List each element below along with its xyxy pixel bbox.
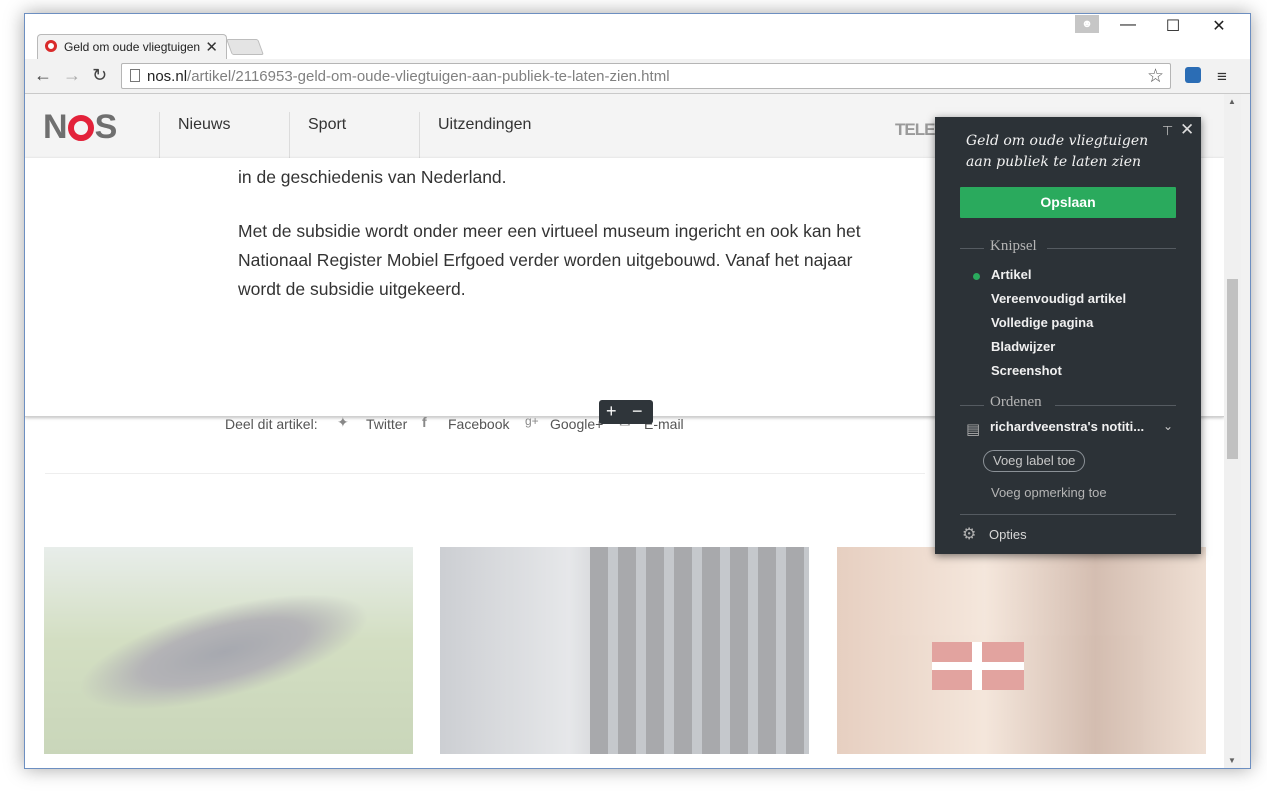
- back-button[interactable]: ←: [34, 65, 52, 86]
- tab-title: Geld om oude vliegtuigen: [64, 40, 201, 54]
- evernote-extension-icon[interactable]: [1185, 67, 1201, 83]
- profile-icon[interactable]: ☻: [1075, 15, 1099, 33]
- content-divider: [45, 473, 925, 474]
- tab-strip: Geld om oude vliegtuigen ✕ ☻ — ☐ ✕: [25, 14, 1250, 60]
- share-twitter[interactable]: Twitter: [366, 416, 407, 432]
- url-text[interactable]: nos.nl/artikel/2116953-geld-om-oude-vlie…: [147, 68, 670, 85]
- nos-logo[interactable]: NS: [43, 108, 118, 147]
- twitter-icon[interactable]: ✦: [337, 414, 349, 431]
- article-text-partial: in de geschiedenis van Nederland.: [238, 167, 507, 187]
- selected-indicator-icon: [973, 273, 980, 280]
- clip-option-volledige-pagina[interactable]: Volledige pagina: [991, 315, 1093, 330]
- new-tab-button[interactable]: [226, 39, 264, 55]
- article-paragraph: Met de subsidie wordt onder meer een vir…: [238, 221, 861, 299]
- section-divider: [960, 248, 984, 249]
- image-crowd-shape: [67, 569, 381, 735]
- maximize-button[interactable]: ☐: [1158, 16, 1188, 36]
- teletekst-link[interactable]: TELE: [895, 120, 935, 140]
- nav-nieuws[interactable]: Nieuws: [178, 116, 230, 134]
- section-organize-heading: Ordenen: [990, 394, 1042, 410]
- logo-letter-s: S: [94, 108, 118, 146]
- image-door-shape: [590, 547, 809, 754]
- nav-sport[interactable]: Sport: [308, 116, 346, 134]
- facebook-icon[interactable]: f: [422, 414, 427, 430]
- zoom-in-button[interactable]: +: [606, 401, 617, 422]
- clip-option-bladwijzer[interactable]: Bladwijzer: [991, 339, 1055, 354]
- clip-option-artikel[interactable]: Artikel: [991, 267, 1031, 282]
- notebook-select[interactable]: richardveenstra's notiti...: [990, 419, 1144, 434]
- url-host: nos.nl: [147, 68, 188, 85]
- section-divider: [1055, 405, 1176, 406]
- reload-button[interactable]: ↻: [92, 65, 107, 86]
- section-divider: [960, 405, 984, 406]
- chevron-down-icon[interactable]: ⌄: [1163, 419, 1173, 433]
- nos-favicon-icon: [45, 40, 57, 52]
- nav-uitzendingen[interactable]: Uitzendingen: [438, 116, 531, 134]
- bookmark-star-icon[interactable]: ☆: [1147, 65, 1164, 88]
- gear-icon[interactable]: ⚙: [962, 524, 976, 544]
- clip-title[interactable]: Geld om oude vliegtuigen aan publiek te …: [966, 131, 1166, 173]
- add-note-field[interactable]: Voeg opmerking toe: [991, 485, 1107, 500]
- logo-o-icon: [67, 115, 94, 141]
- tab-close-icon[interactable]: ✕: [205, 38, 218, 56]
- scrollbar-thumb[interactable]: [1227, 279, 1238, 459]
- add-tag-button[interactable]: Voeg label toe: [983, 450, 1086, 472]
- googleplus-icon[interactable]: g+: [525, 414, 539, 428]
- scroll-down-icon[interactable]: ▼: [1228, 756, 1236, 765]
- web-clipper-panel: Geld om oude vliegtuigen aan publiek te …: [935, 117, 1201, 554]
- section-divider: [1047, 248, 1176, 249]
- share-facebook[interactable]: Facebook: [448, 416, 509, 432]
- save-button[interactable]: Opslaan: [960, 187, 1176, 218]
- browser-tab[interactable]: Geld om oude vliegtuigen ✕: [37, 34, 227, 60]
- related-article-image[interactable]: [44, 547, 413, 754]
- minimize-button[interactable]: —: [1113, 16, 1143, 34]
- nav-divider: [419, 112, 420, 158]
- related-article-image[interactable]: [440, 547, 809, 754]
- clip-option-vereenvoudigd[interactable]: Vereenvoudigd artikel: [991, 291, 1126, 306]
- clip-option-screenshot[interactable]: Screenshot: [991, 363, 1062, 378]
- section-divider: [960, 514, 1176, 515]
- notebook-icon: ▤: [966, 421, 981, 438]
- page-scrollbar[interactable]: ▲ ▼: [1224, 94, 1241, 768]
- address-bar[interactable]: nos.nl/artikel/2116953-geld-om-oude-vlie…: [121, 63, 1171, 89]
- collapse-icon[interactable]: ⊤: [1162, 123, 1173, 139]
- share-label: Deel dit artikel:: [225, 416, 318, 432]
- close-panel-icon[interactable]: ✕: [1180, 120, 1194, 140]
- related-article-image[interactable]: [837, 547, 1206, 754]
- scroll-up-icon[interactable]: ▲: [1228, 97, 1236, 106]
- image-flag-shape: [932, 642, 1024, 690]
- nav-divider: [159, 112, 160, 158]
- url-path: /artikel/2116953-geld-om-oude-vliegtuige…: [187, 68, 670, 85]
- share-googleplus[interactable]: Google+: [550, 416, 603, 432]
- logo-letter-n: N: [43, 108, 68, 146]
- nav-divider: [289, 112, 290, 158]
- browser-toolbar: ← → ↻ nos.nl/artikel/2116953-geld-om-oud…: [25, 59, 1250, 94]
- menu-icon[interactable]: ≡: [1217, 67, 1227, 87]
- section-clip-heading: Knipsel: [990, 238, 1037, 254]
- page-icon: [130, 69, 140, 82]
- zoom-control: + −: [599, 400, 653, 424]
- forward-button[interactable]: →: [63, 65, 81, 86]
- close-window-button[interactable]: ✕: [1204, 16, 1234, 36]
- options-link[interactable]: Opties: [989, 527, 1027, 542]
- zoom-out-button[interactable]: −: [632, 401, 643, 422]
